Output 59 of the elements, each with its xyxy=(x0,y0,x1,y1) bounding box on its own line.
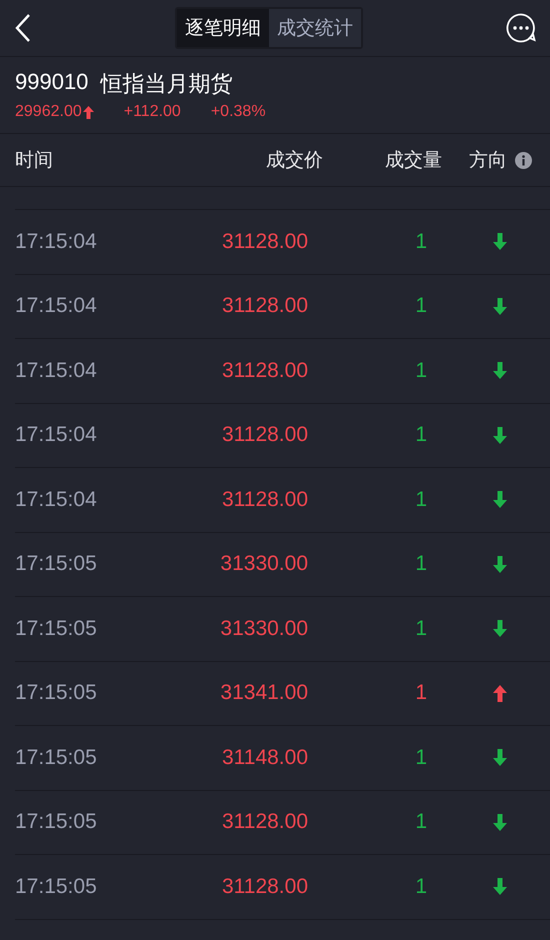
volume-cell-text: 1 xyxy=(414,746,427,770)
volume-cell-text: 1 xyxy=(414,358,427,383)
volume-cell-text: 1 xyxy=(414,552,427,576)
time-cell-text: 17:15:05 xyxy=(15,616,98,641)
tab[interactable]: 成交统计 xyxy=(269,9,361,47)
instrument-code: 999010 xyxy=(15,69,88,96)
column-header: 时间 xyxy=(15,149,54,173)
down-arrow-icon xyxy=(493,556,507,573)
price-cell-text: 31148.00 xyxy=(220,746,308,770)
volume-cell-text: 1 xyxy=(414,423,427,448)
volume-cell-text: 1 xyxy=(414,488,427,512)
price-cell-text: 31128.00 xyxy=(220,488,308,512)
down-arrow-icon xyxy=(493,233,507,250)
price-cell-text: 31128.00 xyxy=(220,810,308,834)
time-cell-text: 17:15:05 xyxy=(15,746,98,770)
down-arrow-icon xyxy=(493,878,507,896)
down-arrow-icon xyxy=(493,491,507,508)
volume-cell-text: 1 xyxy=(414,616,427,641)
time-cell-text: 17:15:04 xyxy=(15,423,98,448)
down-arrow-icon xyxy=(493,749,507,766)
volume-cell-text: 1 xyxy=(414,874,427,899)
last-price: 29962.00 xyxy=(15,103,82,121)
time-cell-text: 17:15:05 xyxy=(15,681,98,706)
time-cell-text: 17:15:04 xyxy=(15,488,98,512)
price-cell-text: 31330.00 xyxy=(219,552,308,576)
time-cell-text: 17:15:05 xyxy=(15,552,98,576)
column-header: 成交价 xyxy=(265,149,323,173)
volume-cell-text: 1 xyxy=(414,681,427,706)
price-cell-text: 31128.00 xyxy=(220,230,308,254)
percent-change: +0.38% xyxy=(210,103,266,121)
time-cell-text: 17:15:04 xyxy=(15,230,98,254)
info-icon[interactable] xyxy=(515,152,532,168)
price-cell-text: 31128.00 xyxy=(220,294,308,318)
instrument-name: 恒指当月期货 xyxy=(100,70,232,98)
down-arrow-icon xyxy=(493,814,507,831)
time-cell-text: 17:15:05 xyxy=(15,810,98,834)
column-header: 成交量 xyxy=(384,149,442,173)
volume-cell-text: 1 xyxy=(414,810,427,834)
back-icon[interactable] xyxy=(14,13,32,43)
time-cell-text: 17:15:05 xyxy=(15,874,98,899)
down-arrow-icon xyxy=(493,298,507,315)
price-cell-text: 31128.00 xyxy=(220,874,308,899)
volume-cell-text: 1 xyxy=(414,294,427,318)
price-cell-text: 31341.00 xyxy=(219,681,308,706)
time-cell-text: 17:15:04 xyxy=(15,294,98,318)
volume-cell-text: 1 xyxy=(414,230,427,254)
column-header: 方向 xyxy=(469,149,507,173)
down-arrow-icon xyxy=(493,426,507,444)
price-cell-text: 31128.00 xyxy=(220,423,308,448)
more-icon[interactable] xyxy=(506,13,536,43)
tab[interactable]: 逐笔明细 xyxy=(177,9,269,47)
price-change: +112.00 xyxy=(124,103,181,121)
down-arrow-icon xyxy=(493,362,507,380)
price-cell-text: 31330.00 xyxy=(219,616,308,641)
price-cell-text: 31128.00 xyxy=(220,358,308,383)
up-arrow-icon xyxy=(493,684,507,702)
time-cell-text: 17:15:04 xyxy=(15,358,98,383)
down-arrow-icon xyxy=(493,620,507,638)
up-arrow-icon xyxy=(82,106,94,118)
